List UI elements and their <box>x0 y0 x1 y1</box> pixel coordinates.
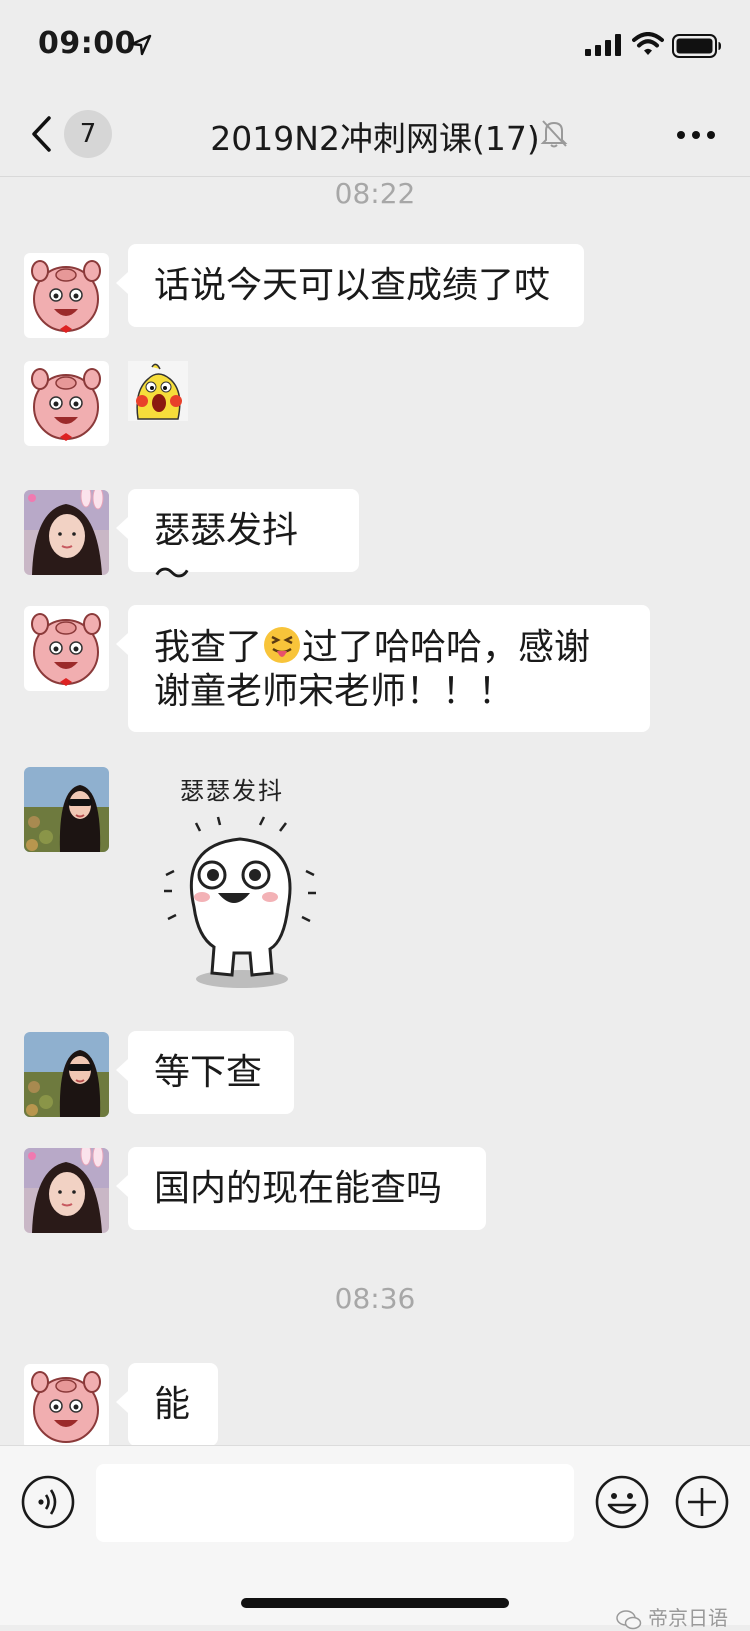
location-arrow-icon <box>130 34 152 56</box>
message-text: 能 <box>154 1384 191 1425</box>
timestamp: 08:36 <box>334 1282 416 1315</box>
timestamp: 08:22 <box>334 177 416 210</box>
message-bubble[interactable]: 等下查 <box>116 1031 294 1114</box>
emoji-icon[interactable] <box>594 1474 650 1530</box>
status-time: 09:00 <box>38 26 136 61</box>
watermark-text: 帝京日语 <box>648 1606 728 1630</box>
wechat-logo-icon <box>615 1609 641 1629</box>
message-text: 我查了 过了哈哈哈，感谢 谢童老师宋老师！！！ <box>154 625 591 712</box>
avatar-girl-sunglasses[interactable] <box>24 1032 109 1117</box>
message-bubble[interactable]: 能 <box>116 1363 218 1445</box>
mute-bell-icon <box>540 120 568 148</box>
avatar-girl-bunny[interactable] <box>24 1148 109 1233</box>
message-bubble[interactable]: 我查了 过了哈哈哈，感谢 谢童老师宋老师！！！ <box>116 605 650 732</box>
shivering-sticker[interactable]: 瑟瑟发抖 <box>160 767 320 992</box>
avatar-girl-bunny[interactable] <box>24 490 109 575</box>
input-toolbar <box>0 1445 750 1625</box>
avatar-pig[interactable] <box>24 253 109 338</box>
chat-title: 2019N2冲刺网课(17) <box>210 119 540 158</box>
battery-icon <box>672 34 721 58</box>
avatar-pig[interactable] <box>24 361 109 446</box>
more-icon[interactable] <box>676 130 716 140</box>
duck-sticker[interactable] <box>128 361 188 421</box>
message-text: 话说今天可以查成绩了哎 <box>154 265 551 306</box>
message-input[interactable] <box>96 1464 574 1542</box>
watermark: 帝京日语 <box>615 1602 728 1631</box>
tongue-emoji-icon <box>262 625 302 663</box>
avatar-pig[interactable] <box>24 1364 109 1445</box>
voice-icon[interactable] <box>20 1474 76 1530</box>
message-list[interactable]: 08:22 话说今天可以查成绩了哎 瑟瑟发抖～ 我查了 过了哈哈哈，感谢 谢童老… <box>0 177 750 1445</box>
home-indicator <box>241 1598 509 1608</box>
status-bar: 09:00 <box>0 0 750 92</box>
plus-icon[interactable] <box>674 1474 730 1530</box>
message-text: 国内的现在能查吗 <box>154 1168 443 1209</box>
message-text: 等下查 <box>154 1052 263 1093</box>
message-text: 瑟瑟发抖～ <box>154 510 299 595</box>
message-bubble[interactable]: 瑟瑟发抖～ <box>116 489 359 595</box>
signal-icon <box>585 34 621 56</box>
avatar-girl-sunglasses[interactable] <box>24 767 109 852</box>
wifi-icon <box>632 32 664 55</box>
message-bubble[interactable]: 话说今天可以查成绩了哎 <box>116 244 584 327</box>
sticker-caption: 瑟瑟发抖 <box>180 777 284 805</box>
chat-header: 7 2019N2冲刺网课(17) <box>0 92 750 177</box>
message-bubble[interactable]: 国内的现在能查吗 <box>116 1147 486 1230</box>
avatar-pig[interactable] <box>24 606 109 691</box>
